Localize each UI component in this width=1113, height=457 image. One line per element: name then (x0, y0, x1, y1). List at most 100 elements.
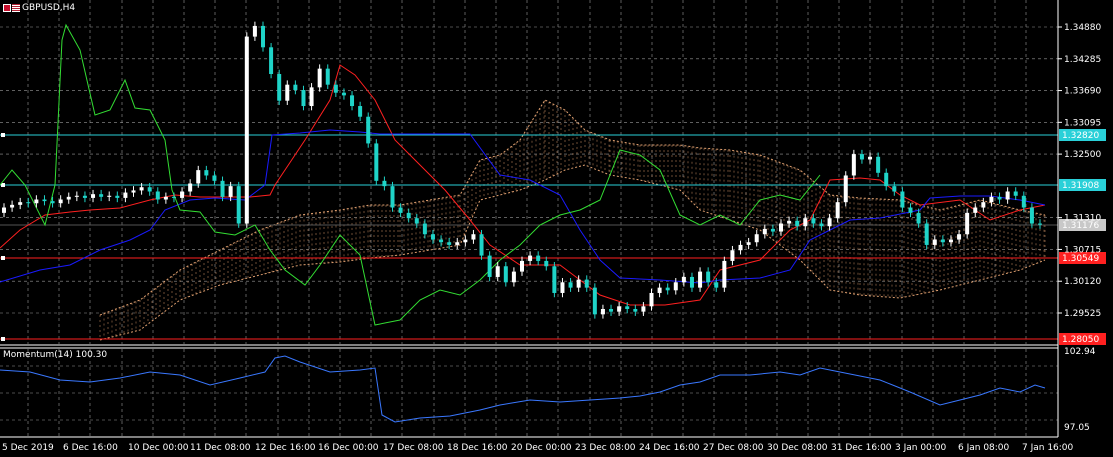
candle-bull (973, 207, 978, 213)
momentum-tick-label: 97.05 (1064, 423, 1090, 433)
candle-bull (851, 154, 856, 176)
candle-bear (536, 255, 541, 261)
time-axis-label: 10 Dec 00:00 (128, 443, 189, 453)
candle-bear (26, 202, 31, 204)
candle-bull (528, 255, 533, 261)
candle-bull (309, 87, 314, 107)
level-anchor (1, 256, 5, 260)
candle-bear (892, 186, 897, 192)
price-level-label: 1.32820 (1062, 131, 1099, 141)
candle-bear (99, 194, 104, 197)
time-axis-label: 3 Jan 00:00 (895, 443, 947, 453)
candle-bear (82, 195, 87, 198)
price-tick-label: 1.29525 (1064, 309, 1101, 319)
time-axis-label: 24 Dec 16:00 (639, 443, 700, 453)
candle-bull (18, 202, 23, 205)
candle-bull (10, 204, 15, 208)
candle-bear (997, 196, 1002, 200)
candle-bear (916, 212, 921, 224)
candle-bull (681, 276, 686, 283)
time-axis-label: 23 Dec 08:00 (575, 443, 636, 453)
candle-bear (1013, 191, 1018, 196)
candle-bull (746, 242, 751, 245)
candle-bull (762, 228, 767, 235)
candle-bear (1021, 195, 1026, 208)
candle-bull (495, 266, 500, 277)
candle-bull (285, 84, 290, 101)
candle-bull (698, 271, 703, 288)
candle-bull (91, 194, 96, 198)
time-axis-label: 7 Jan 16:00 (1022, 443, 1074, 453)
candle-bear (212, 175, 217, 181)
price-chart[interactable]: 1.328201.319081.311761.305491.28050 1.34… (0, 0, 1113, 457)
candle-bear (706, 271, 711, 283)
time-axis-label: 31 Dec 16:00 (831, 443, 892, 453)
momentum-indicator-title: Momentum(14) 100.30 (3, 350, 108, 360)
candle-bear (301, 90, 306, 107)
time-axis-label: 30 Dec 08:00 (767, 443, 828, 453)
candle-bull (471, 234, 476, 240)
price-tick-label: 1.33095 (1064, 118, 1101, 128)
time-axis-label: 5 Dec 2019 (2, 443, 54, 453)
candle-bull (649, 292, 654, 307)
candle-bear (414, 218, 419, 224)
us-flag-icon (12, 4, 20, 12)
candle-bear (609, 308, 614, 312)
candle-bear (341, 92, 346, 96)
candle-bull (139, 187, 144, 191)
candle-bull (455, 242, 460, 245)
candle-bull (965, 212, 970, 235)
time-axis-label: 6 Dec 16:00 (63, 443, 118, 453)
candle-bear (908, 207, 913, 213)
chikou-span-line (0, 23, 821, 326)
candle-bear (398, 207, 403, 213)
candle-bear (584, 279, 589, 288)
candle-bear (811, 218, 816, 224)
candle-bull (576, 279, 581, 288)
candle-bear (568, 282, 573, 288)
candle-bull (787, 220, 792, 224)
time-axis-label: 11 Dec 08:00 (190, 443, 251, 453)
candle-bull (107, 195, 112, 197)
candle-bear (325, 68, 330, 85)
candle-bear (422, 223, 427, 235)
candle-bull (617, 306, 622, 312)
candle-bull (738, 244, 743, 251)
candle-bull (868, 156, 873, 160)
candle-bull (827, 218, 832, 227)
candle-bear (155, 191, 160, 200)
candle-bear (859, 154, 864, 160)
price-tick-label: 1.32500 (1064, 150, 1101, 160)
candle-bull (1005, 191, 1010, 200)
ichimoku-cloud (99, 99, 1046, 341)
price-level-label: 1.28050 (1062, 335, 1099, 345)
price-level-label: 1.30549 (1062, 254, 1099, 264)
candle-bear (374, 143, 379, 181)
candle-bear (884, 172, 889, 187)
candle-bear (261, 25, 265, 48)
time-axis-label: 17 Dec 08:00 (383, 443, 444, 453)
uk-flag-icon (3, 4, 11, 12)
candle-bull (730, 250, 735, 261)
price-tick-label: 1.30120 (1064, 277, 1101, 287)
price-tick-label: 1.34880 (1064, 23, 1101, 33)
candle-bull (754, 234, 759, 243)
candle-bull (843, 175, 848, 203)
candle-bull (131, 190, 136, 193)
price-tick-label: 1.31310 (1064, 214, 1101, 224)
candle-bull (196, 170, 201, 184)
momentum-tick-label: 102.94 (1064, 347, 1096, 357)
candle-bear (42, 199, 47, 202)
time-axis-label: 16 Dec 00:00 (318, 443, 379, 453)
candle-bear (390, 186, 395, 208)
senkou-span-b (99, 164, 1046, 341)
candle-bull (317, 68, 322, 88)
candle-bear (204, 170, 209, 176)
candle-bull (2, 207, 6, 213)
candle-bear (1029, 207, 1034, 224)
candle-bear (447, 242, 452, 245)
candlesticks[interactable] (2, 21, 1042, 319)
candle-bull (244, 36, 249, 224)
candle-bull (989, 196, 994, 203)
candle-bull (66, 196, 71, 200)
